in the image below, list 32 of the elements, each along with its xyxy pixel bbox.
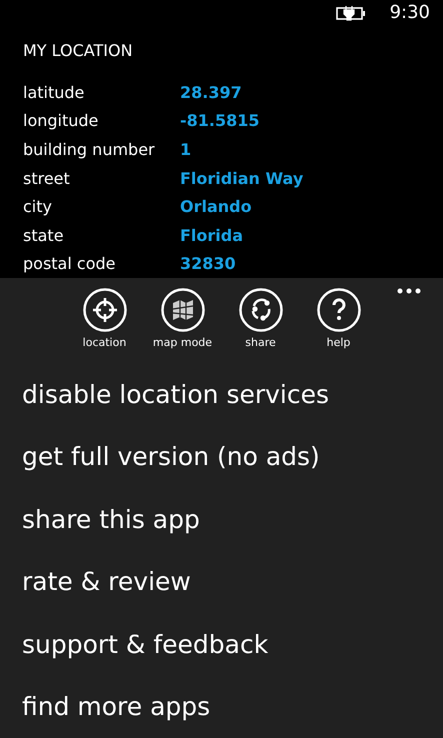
menu-item[interactable]: share this app bbox=[22, 488, 443, 550]
app-bar-button[interactable]: help bbox=[302, 288, 374, 353]
menu-item[interactable]: find more apps bbox=[22, 676, 443, 738]
field-label: street bbox=[23, 168, 71, 188]
field-label: city bbox=[23, 197, 53, 216]
app-bar-button[interactable]: share bbox=[224, 288, 296, 353]
help-icon bbox=[316, 288, 360, 332]
menu-item[interactable]: rate & review bbox=[22, 550, 443, 613]
field-value: 28.397 bbox=[180, 82, 242, 102]
clock-time: 9:30 bbox=[390, 2, 430, 24]
field-label: building number bbox=[23, 140, 156, 159]
more-icon[interactable] bbox=[397, 288, 421, 294]
field-value: 1 bbox=[180, 140, 192, 159]
field-value: Orlando bbox=[180, 197, 252, 216]
field-value: 32830 bbox=[180, 254, 236, 274]
crosshair-icon bbox=[82, 288, 126, 332]
field-value: Florida bbox=[180, 226, 244, 245]
field-label: longitude bbox=[23, 111, 100, 130]
share-icon bbox=[238, 288, 282, 332]
app-bar-button[interactable]: map mode bbox=[146, 288, 218, 353]
field-label: postal code bbox=[23, 254, 116, 274]
page-title: MY LOCATION bbox=[22, 40, 134, 62]
app-bar-button[interactable]: location bbox=[68, 288, 140, 353]
menu-item[interactable]: support & feedback bbox=[22, 613, 443, 676]
menu-item[interactable]: disable location services bbox=[22, 363, 443, 426]
menu-item[interactable]: get full version (no ads) bbox=[22, 426, 443, 488]
field-value: Floridian Way bbox=[180, 168, 304, 188]
field-label: state bbox=[23, 226, 65, 245]
field-label: latitude bbox=[23, 82, 86, 102]
battery-charging-icon bbox=[336, 4, 366, 21]
map-icon bbox=[160, 288, 204, 332]
field-value: -81.5815 bbox=[180, 111, 260, 130]
